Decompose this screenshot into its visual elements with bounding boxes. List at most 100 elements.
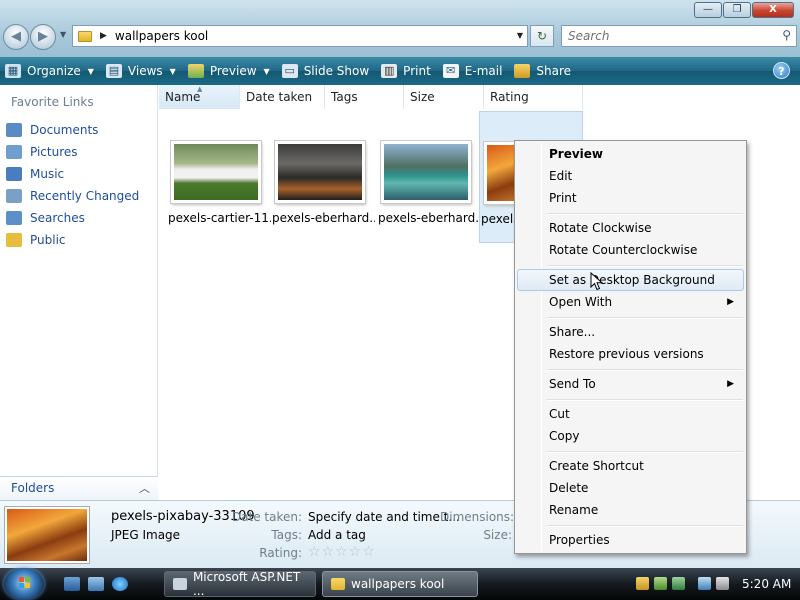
column-size[interactable]: Size (404, 85, 484, 109)
details-tags-key: Tags: (271, 528, 302, 542)
address-path: wallpapers kool (114, 29, 209, 43)
back-arrow-icon: ◀ (11, 29, 21, 44)
internet-explorer-icon[interactable] (112, 577, 128, 591)
clock[interactable]: 5:20 AM (742, 577, 791, 591)
rating-stars[interactable]: ☆☆☆☆☆ (308, 544, 376, 560)
menu-item-print[interactable]: Print (517, 187, 744, 209)
file-name: pexels-cartier-11... (168, 211, 271, 225)
mouse-cursor-icon (590, 271, 604, 291)
refresh-icon: ↻ (536, 29, 548, 43)
nav-item-documents[interactable]: Documents (6, 119, 139, 141)
network-icon[interactable] (698, 577, 711, 590)
menu-item-cut[interactable]: Cut (517, 403, 744, 425)
preview-button[interactable]: Preview ▼ (183, 57, 277, 85)
nav-item-music[interactable]: Music (6, 163, 139, 185)
file-item[interactable]: pexels-eberhard... (371, 111, 481, 243)
file-thumbnail (171, 141, 261, 203)
print-button[interactable]: ▥ Print (376, 57, 438, 85)
menu-item-restore-previous-versions[interactable]: Restore previous versions (517, 343, 744, 365)
menu-item-delete[interactable]: Delete (517, 477, 744, 499)
views-button[interactable]: ▤ Views ▼ (101, 57, 183, 85)
printer-icon: ▥ (381, 64, 398, 78)
menu-item-create-shortcut[interactable]: Create Shortcut (517, 455, 744, 477)
nav-item-searches[interactable]: Searches (6, 207, 139, 229)
file-item[interactable]: pexels-cartier-11... (161, 111, 271, 243)
slideshow-label: Slide Show (303, 64, 370, 78)
share-label: Share (536, 64, 572, 78)
minimize-button[interactable]: — (694, 2, 722, 18)
column-tags[interactable]: Tags (325, 85, 404, 109)
column-date-taken-label: Date taken (246, 90, 313, 104)
preview-label: Preview (209, 64, 257, 78)
organize-button[interactable]: ▦ Organize ▼ (0, 57, 101, 85)
volume-muted-icon[interactable] (716, 577, 729, 590)
taskbar-item-label: wallpapers kool (351, 577, 445, 591)
share-button[interactable]: Share (509, 57, 578, 85)
slideshow-icon: ▭ (281, 64, 298, 78)
windows-logo-icon (19, 577, 31, 589)
menu-item-rename[interactable]: Rename (517, 499, 744, 521)
nav-item-label: Music (30, 167, 65, 181)
column-date-taken[interactable]: Date taken (240, 85, 325, 109)
details-rating-key: Rating: (259, 546, 302, 560)
taskbar-item-wallpapers[interactable]: wallpapers kool (322, 571, 478, 597)
submenu-arrow-icon: ▶ (727, 379, 734, 389)
details-thumbnail (5, 507, 89, 563)
help-button[interactable]: ? (773, 62, 790, 79)
breadcrumb-arrow-icon[interactable]: ▶ (100, 31, 107, 41)
file-item[interactable]: pexels-eberhard... (265, 111, 375, 243)
menu-item-preview[interactable]: Preview (517, 143, 744, 165)
show-desktop-icon[interactable] (64, 577, 80, 591)
column-rating-label: Rating (490, 90, 529, 104)
menu-item-properties[interactable]: Properties (517, 529, 744, 551)
maximize-button[interactable]: ❐ (723, 2, 751, 18)
address-field[interactable]: ▶ wallpapers kool ▼ (72, 25, 528, 47)
email-button[interactable]: ✉ E-mail (438, 57, 510, 85)
menu-item-send-to[interactable]: Send To ▶ (517, 373, 744, 395)
details-tags-value[interactable]: Add a tag (308, 528, 366, 542)
back-button[interactable]: ◀ (3, 24, 29, 50)
menu-item-open-with[interactable]: Open With ▶ (517, 291, 744, 313)
details-size-key: Size: (483, 528, 512, 542)
menu-item-rotate-counterclockwise[interactable]: Rotate Counterclockwise (517, 239, 744, 261)
column-name[interactable]: ▲ Name (159, 85, 240, 109)
security-shield-icon[interactable] (636, 577, 649, 590)
nav-item-public[interactable]: Public (6, 229, 139, 251)
public-folder-icon (6, 233, 22, 247)
update-icon[interactable] (672, 577, 685, 590)
taskbar: Microsoft ASP.NET ... wallpapers kool 5:… (0, 568, 800, 600)
views-icon: ▤ (105, 64, 122, 78)
search-icon[interactable]: ⚲ (782, 28, 791, 42)
menu-separator (547, 213, 743, 215)
accessibility-icon[interactable] (654, 577, 667, 590)
menu-separator (547, 399, 743, 401)
nav-item-label: Recently Changed (30, 189, 140, 203)
menu-item-set-desktop-background[interactable]: Set as Desktop Background (517, 269, 744, 291)
nav-item-pictures[interactable]: Pictures (6, 141, 139, 163)
forward-button[interactable]: ▶ (30, 24, 56, 50)
details-date-value[interactable]: Specify date and time t... (308, 510, 460, 524)
menu-item-share[interactable]: Share... (517, 321, 744, 343)
taskbar-item-aspnet[interactable]: Microsoft ASP.NET ... (164, 570, 316, 598)
folders-toggle[interactable]: Folders ︿ (0, 476, 158, 500)
column-headers: ▲ Name Date taken Tags Size Rating (159, 85, 583, 109)
file-thumbnail (381, 141, 471, 203)
nav-item-recently-changed[interactable]: Recently Changed (6, 185, 139, 207)
address-dropdown-icon[interactable]: ▼ (517, 31, 523, 40)
refresh-button[interactable]: ↻ (530, 25, 554, 47)
switch-windows-icon[interactable] (88, 577, 104, 591)
close-button[interactable]: X (752, 2, 794, 18)
file-name: pexels-eberhard... (378, 211, 481, 225)
menu-item-copy[interactable]: Copy (517, 425, 744, 447)
address-bar-area: — ❐ X ◀ ▶ ▼ ▶ wallpapers kool ▼ ↻ Search… (0, 0, 800, 57)
documents-icon (6, 123, 22, 137)
start-button[interactable] (4, 568, 44, 600)
menu-separator (547, 265, 743, 267)
menu-item-edit[interactable]: Edit (517, 165, 744, 187)
search-placeholder: Search (568, 29, 610, 43)
recent-pages-dropdown[interactable]: ▼ (60, 30, 66, 39)
menu-item-rotate-clockwise[interactable]: Rotate Clockwise (517, 217, 744, 239)
column-rating[interactable]: Rating (484, 85, 583, 109)
slideshow-button[interactable]: ▭ Slide Show (277, 57, 376, 85)
search-input[interactable]: Search ⚲ (561, 25, 797, 47)
